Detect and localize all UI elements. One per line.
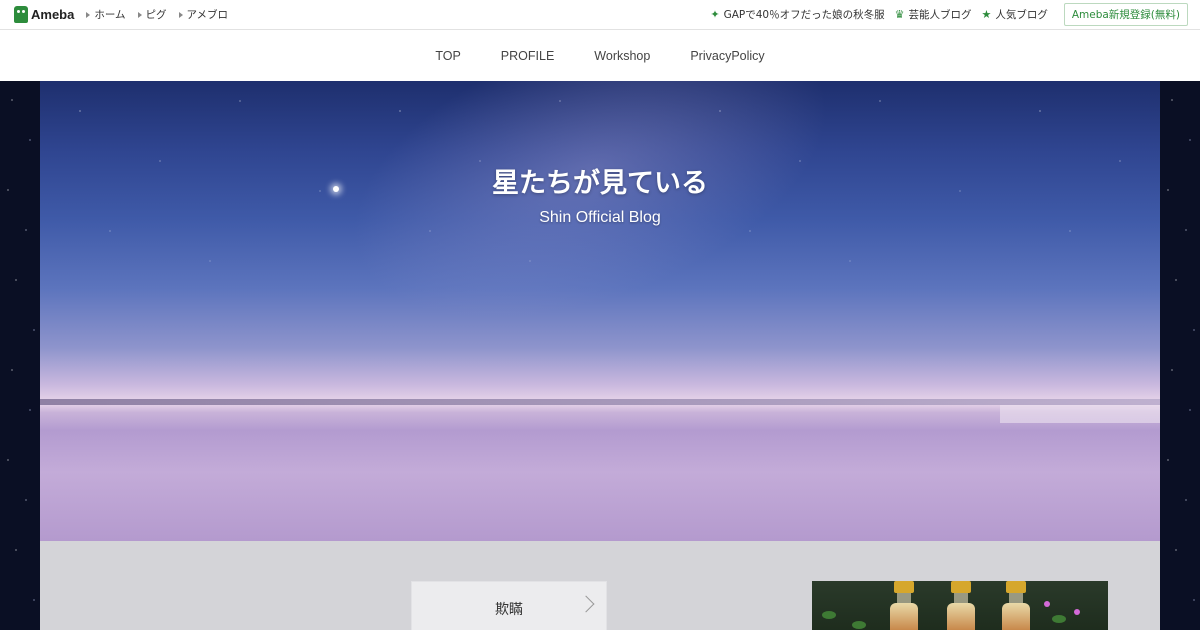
promo-label: 芸能人ブログ [908, 9, 972, 21]
promo-link-gap[interactable]: ✦ GAPで40％オフだった娘の秋冬服 [710, 7, 884, 22]
flower-decoration [1074, 609, 1080, 615]
star-icon: ★ [981, 8, 992, 21]
ameba-logo-icon [14, 6, 28, 23]
triangle-right-icon [137, 11, 142, 18]
sidebar-image[interactable] [812, 581, 1108, 630]
header-link-label: アメブロ [186, 9, 229, 21]
ameba-logo[interactable]: Ameba [14, 6, 74, 23]
header-link-ameblo[interactable]: アメブロ [178, 7, 229, 22]
nav-profile[interactable]: PROFILE [501, 49, 555, 63]
salt-flat-reflection [1000, 405, 1160, 423]
chevron-right-icon [577, 595, 595, 613]
blog-navigation: TOP PROFILE Workshop PrivacyPolicy [0, 30, 1200, 81]
horizon-line [40, 399, 1160, 405]
header-link-label: ホーム [94, 9, 126, 21]
nav-top[interactable]: TOP [435, 49, 460, 63]
bottle-image [1002, 581, 1030, 630]
flower-decoration [1044, 601, 1050, 607]
header-link-pigg[interactable]: ピグ [137, 7, 167, 22]
triangle-right-icon [178, 11, 183, 18]
entry-title: 欺瞞 [495, 601, 523, 618]
entry-card[interactable]: 欺瞞 [411, 581, 607, 630]
ameba-header: Ameba ホーム ピグ アメブロ ✦ GAPで40％オフだった娘の秋冬服 ♛ … [0, 0, 1200, 30]
ameba-logo-text: Ameba [31, 7, 75, 22]
header-link-label: ピグ [145, 9, 167, 21]
promo-link-popular-blogs[interactable]: ★ 人気ブログ [981, 7, 1047, 22]
header-left: Ameba ホーム ピグ アメブロ [14, 6, 240, 23]
bottle-image [947, 581, 975, 630]
bottle-image [890, 581, 918, 630]
sparkle-icon: ✦ [710, 8, 720, 21]
promo-link-celebrity-blogs[interactable]: ♛ 芸能人ブログ [895, 7, 972, 22]
triangle-right-icon [86, 11, 91, 18]
header-link-home[interactable]: ホーム [86, 7, 126, 22]
promo-label: GAPで40％オフだった娘の秋冬服 [723, 9, 885, 21]
blog-subtitle: Shin Official Blog [539, 209, 661, 226]
header-right: ✦ GAPで40％オフだった娘の秋冬服 ♛ 芸能人ブログ ★ 人気ブログ Ame… [700, 3, 1188, 26]
milky-way [310, 81, 870, 379]
leaf-decoration [1052, 615, 1066, 623]
main-content: 欺瞞 [40, 541, 1160, 630]
nav-privacy-policy[interactable]: PrivacyPolicy [690, 49, 764, 63]
crown-icon: ♛ [894, 8, 905, 21]
leaf-decoration [852, 621, 866, 629]
leaf-decoration [822, 611, 836, 619]
nav-workshop[interactable]: Workshop [594, 49, 650, 63]
blog-title[interactable]: 星たちが見ている [40, 161, 1160, 200]
blog-header-image[interactable]: 星たちが見ている Shin Official Blog [40, 81, 1160, 541]
promo-label: 人気ブログ [995, 9, 1048, 21]
signup-button[interactable]: Ameba新規登録(無料) [1063, 3, 1188, 26]
